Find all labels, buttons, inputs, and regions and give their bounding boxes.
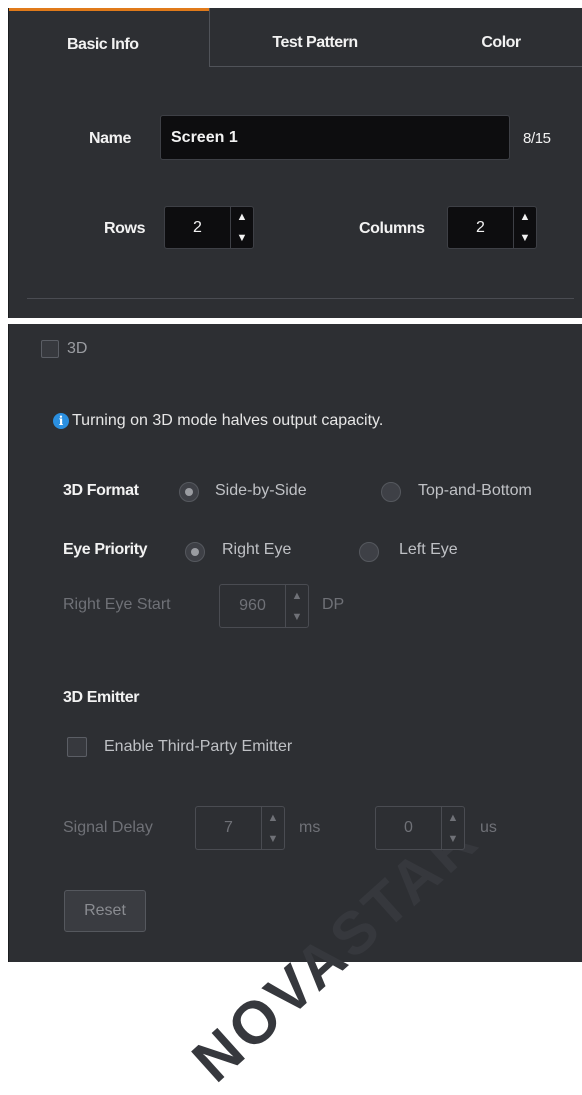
increment-icon[interactable]: ▲: [262, 807, 284, 828]
3d-info-text: Turning on 3D mode halves output capacit…: [72, 412, 384, 429]
info-icon: i: [53, 413, 69, 429]
right-eye-start-buttons[interactable]: ▲ ▼: [285, 584, 309, 628]
rows-stepper[interactable]: 2 ▲ ▼: [164, 206, 254, 249]
signal-delay-ms-unit: ms: [299, 819, 321, 836]
right-eye-start-label: Right Eye Start: [63, 596, 171, 613]
signal-delay-us-stepper[interactable]: 0 ▲ ▼: [375, 806, 465, 850]
columns-stepper-buttons[interactable]: ▲ ▼: [513, 206, 537, 249]
radio-left-eye[interactable]: [359, 542, 379, 562]
signal-delay-us-buttons[interactable]: ▲ ▼: [441, 806, 465, 850]
columns-label: Columns: [359, 220, 425, 237]
decrement-icon[interactable]: ▼: [231, 228, 253, 249]
enable-emitter-label: Enable Third-Party Emitter: [104, 738, 293, 755]
signal-delay-ms-buttons[interactable]: ▲ ▼: [261, 806, 285, 850]
radio-side-by-side[interactable]: [179, 482, 199, 502]
eye-priority-label: Eye Priority: [63, 541, 148, 558]
increment-icon[interactable]: ▲: [231, 207, 253, 228]
radio-right-eye[interactable]: [185, 542, 205, 562]
name-input-value: Screen 1: [171, 129, 238, 146]
signal-delay-us-unit: us: [480, 819, 497, 836]
tab-test-pattern[interactable]: Test Pattern: [209, 8, 420, 67]
decrement-icon[interactable]: ▼: [286, 606, 308, 627]
3d-checkbox[interactable]: [41, 340, 59, 358]
increment-icon[interactable]: ▲: [442, 807, 464, 828]
right-eye-start-unit: DP: [322, 596, 345, 613]
name-char-count: 8/15: [523, 130, 551, 147]
increment-icon[interactable]: ▲: [514, 207, 536, 228]
increment-icon[interactable]: ▲: [286, 585, 308, 606]
rows-stepper-buttons[interactable]: ▲ ▼: [230, 206, 254, 249]
tab-color[interactable]: Color: [419, 8, 582, 67]
rows-value[interactable]: 2: [164, 206, 230, 249]
right-eye-start-value[interactable]: 960: [219, 584, 285, 628]
right-eye-label: Right Eye: [222, 541, 292, 558]
radio-selected-dot: [191, 548, 199, 556]
decrement-icon[interactable]: ▼: [442, 828, 464, 849]
signal-delay-ms-stepper[interactable]: 7 ▲ ▼: [195, 806, 285, 850]
side-by-side-label: Side-by-Side: [215, 482, 307, 499]
signal-delay-ms-value[interactable]: 7: [195, 806, 261, 850]
signal-delay-label: Signal Delay: [63, 819, 153, 836]
tab-test-pattern-label: Test Pattern: [272, 34, 358, 51]
decrement-icon[interactable]: ▼: [514, 228, 536, 249]
radio-selected-dot: [185, 488, 193, 496]
left-eye-label: Left Eye: [399, 541, 458, 558]
name-input[interactable]: Screen 1: [160, 115, 510, 160]
signal-delay-us-value[interactable]: 0: [375, 806, 441, 850]
enable-emitter-checkbox[interactable]: [67, 737, 87, 757]
columns-value[interactable]: 2: [447, 206, 513, 249]
3d-format-label: 3D Format: [63, 482, 139, 499]
divider: [27, 298, 574, 299]
3d-settings-panel: NOVASTAR 3D i Turning on 3D mode halves …: [8, 324, 582, 1095]
decrement-icon[interactable]: ▼: [262, 828, 284, 849]
top-and-bottom-label: Top-and-Bottom: [418, 482, 532, 499]
tab-basic-info[interactable]: Basic Info: [9, 8, 209, 66]
reset-button[interactable]: Reset: [64, 890, 146, 932]
rows-label: Rows: [104, 220, 146, 237]
3d-emitter-heading: 3D Emitter: [63, 689, 140, 706]
name-label: Name: [89, 130, 131, 147]
tab-color-label: Color: [481, 34, 521, 51]
3d-checkbox-label: 3D: [67, 340, 88, 357]
right-eye-start-stepper[interactable]: 960 ▲ ▼: [219, 584, 309, 628]
basic-info-panel: Basic Info Test Pattern Color Name Scree…: [8, 8, 582, 318]
tab-basic-info-label: Basic Info: [67, 36, 139, 53]
columns-stepper[interactable]: 2 ▲ ▼: [447, 206, 537, 249]
radio-top-and-bottom[interactable]: [381, 482, 401, 502]
